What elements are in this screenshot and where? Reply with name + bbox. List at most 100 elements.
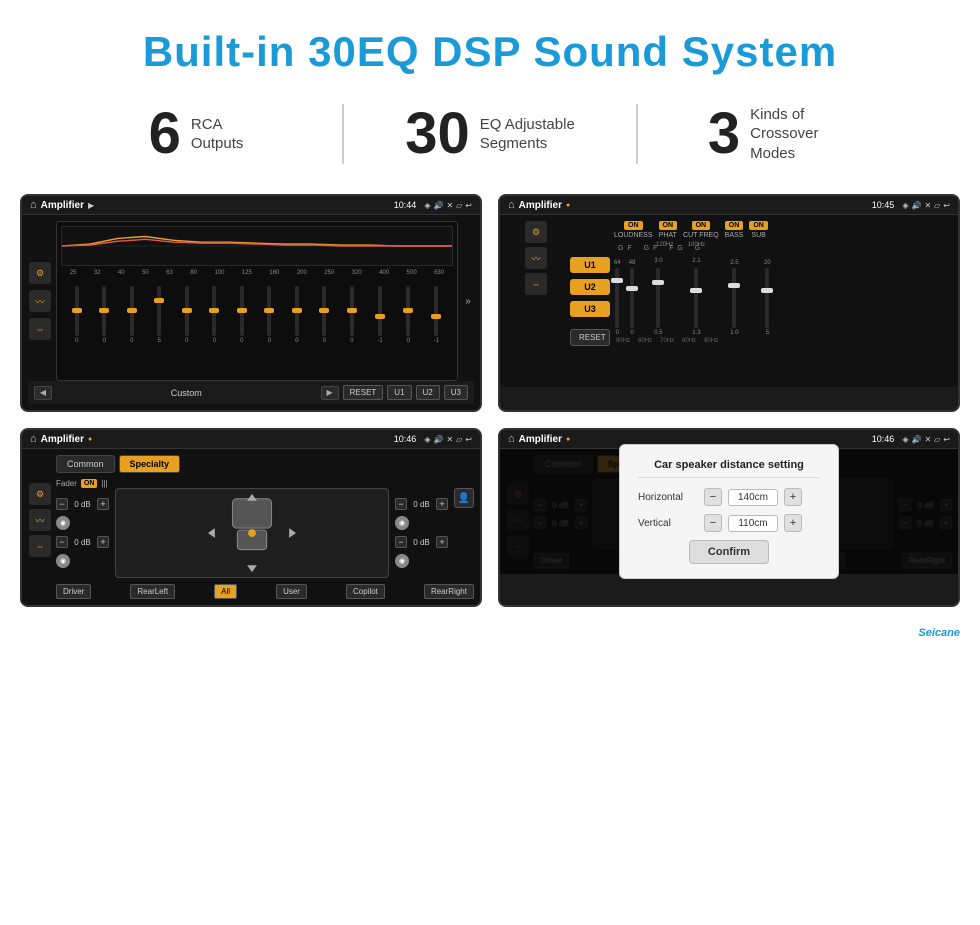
all-button[interactable]: All: [214, 584, 237, 599]
eq-wave-icon[interactable]: 〰: [29, 290, 51, 312]
slider-val-05-1: 0.5: [654, 330, 662, 336]
eq-slider-8[interactable]: 0: [267, 286, 271, 344]
amp-vslider-6[interactable]: [765, 268, 769, 328]
eq-content: 25 32 40 50 63 80 100 125 160 200 250 32…: [56, 221, 458, 381]
play-icon: ▶: [88, 201, 94, 210]
amp-controls-area: ON LOUDNESS ON PHAT ON CUT FREQ ON: [614, 221, 952, 381]
stats-row: 6 RCAOutputs 30 EQ AdjustableSegments 3 …: [0, 94, 980, 186]
screen3-statusbar: ⌂ Amplifier ● 10:46 ◈ 🔊 ✕ ▱ ↩: [22, 430, 480, 449]
vol-minus-4[interactable]: −: [395, 536, 407, 548]
eq-settings-icon[interactable]: ⚙: [29, 262, 51, 284]
eq-slider-7[interactable]: 0: [240, 286, 244, 344]
confirm-button[interactable]: Confirm: [689, 540, 769, 564]
eq-slider-9[interactable]: 0: [295, 286, 299, 344]
user-symbol: 👤: [458, 493, 470, 504]
fader-on-badge[interactable]: ON: [81, 479, 98, 488]
eq-slider-3[interactable]: 0: [130, 286, 134, 344]
close-icon-4: ✕: [924, 435, 931, 444]
user-button[interactable]: User: [276, 584, 307, 599]
vertical-minus-button[interactable]: −: [704, 514, 722, 532]
amp-arrows-icon[interactable]: ⇔: [525, 273, 547, 295]
amp-u3-button[interactable]: U3: [570, 301, 610, 317]
close-icon-2: ✕: [924, 201, 931, 210]
driver-button[interactable]: Driver: [56, 584, 91, 599]
horizontal-plus-button[interactable]: +: [784, 488, 802, 506]
phat-on-badge[interactable]: ON: [659, 221, 678, 230]
tab-specialty[interactable]: Specialty: [119, 455, 181, 473]
eq-slider-1[interactable]: 0: [75, 286, 79, 344]
eq-u2-button[interactable]: U2: [416, 385, 440, 400]
amp-u1-button[interactable]: U1: [570, 257, 610, 273]
dot-icon-4: ●: [566, 436, 570, 443]
rearleft-button[interactable]: RearLeft: [130, 584, 175, 599]
vertical-plus-button[interactable]: +: [784, 514, 802, 532]
vol-minus-1[interactable]: −: [56, 498, 68, 510]
rearright-button[interactable]: RearRight: [424, 584, 474, 599]
screen3-status-icons: ◈ 🔊 ✕ ▱ ↩: [424, 435, 472, 444]
eq-next-button[interactable]: ▶: [321, 386, 339, 400]
sub-on-badge[interactable]: ON: [749, 221, 768, 230]
tab-common[interactable]: Common: [56, 455, 115, 473]
amp-main-layout: ⚙ 〰 ⇔ U1 U2 U3 RESET ON: [506, 221, 952, 381]
amp-settings-icon[interactable]: ⚙: [525, 221, 547, 243]
eq-sliders: 0 0 0 5: [61, 279, 453, 344]
cutfreq-on-badge[interactable]: ON: [692, 221, 711, 230]
eq-u3-button[interactable]: U3: [444, 385, 468, 400]
vol-plus-4[interactable]: +: [436, 536, 448, 548]
back-icon-3: ↩: [465, 435, 472, 444]
vol-minus-2[interactable]: −: [56, 536, 68, 548]
fader-cross-diagram[interactable]: [115, 488, 389, 578]
vol-val-4: 0 dB: [409, 538, 434, 547]
fader-wave-icon[interactable]: 〰: [29, 509, 51, 531]
eq-slider-4[interactable]: 5: [157, 286, 161, 344]
eq-arrows-icon[interactable]: ⇔: [29, 318, 51, 340]
eq-u1-button[interactable]: U1: [387, 385, 411, 400]
eq-prev-button[interactable]: ◀: [34, 386, 52, 400]
amp-vslider-3[interactable]: [656, 268, 660, 328]
home-icon[interactable]: ⌂: [30, 199, 37, 211]
cutfreq-label: CUT FREQ: [683, 232, 719, 239]
screen2-statusbar: ⌂ Amplifier ● 10:45 ◈ 🔊 ✕ ▱ ↩: [500, 196, 958, 215]
amp-reset-button[interactable]: RESET: [570, 329, 610, 346]
eq-slider-5[interactable]: 0: [185, 286, 189, 344]
screen4-time: 10:46: [872, 434, 895, 444]
eq-reset-button[interactable]: RESET: [343, 385, 384, 400]
vol-minus-3[interactable]: −: [395, 498, 407, 510]
vertical-distance-row: Vertical − 110cm +: [638, 514, 820, 532]
screen2-amp-area: ⚙ 〰 ⇔ U1 U2 U3 RESET ON: [500, 215, 958, 387]
fader-left-volumes: − 0 dB + ◉ − 0 dB +: [56, 498, 109, 568]
home-icon-3[interactable]: ⌂: [30, 433, 37, 445]
horizontal-label: Horizontal: [638, 492, 698, 503]
vol-val-1: 0 dB: [70, 500, 95, 509]
eq-slider-6[interactable]: 0: [212, 286, 216, 344]
eq-slider-12[interactable]: -1: [377, 286, 382, 344]
eq-slider-10[interactable]: 0: [322, 286, 326, 344]
screen3-title: Amplifier: [41, 434, 84, 445]
scroll-right-icon[interactable]: »: [465, 296, 471, 307]
amp-vslider-1[interactable]: [615, 268, 619, 328]
user-icon[interactable]: 👤: [454, 488, 474, 508]
amp-vslider-4[interactable]: [694, 268, 698, 328]
amp-wave-icon[interactable]: 〰: [525, 247, 547, 269]
amp-u2-button[interactable]: U2: [570, 279, 610, 295]
speaker-icon-fl: ◉: [56, 516, 70, 530]
home-icon-2[interactable]: ⌂: [508, 199, 515, 211]
vol-plus-3[interactable]: +: [436, 498, 448, 510]
fader-settings-icon[interactable]: ⚙: [29, 483, 51, 505]
vol-plus-1[interactable]: +: [97, 498, 109, 510]
horizontal-minus-button[interactable]: −: [704, 488, 722, 506]
bass-on-badge[interactable]: ON: [725, 221, 744, 230]
copilot-button[interactable]: Copilot: [346, 584, 385, 599]
home-icon-4[interactable]: ⌂: [508, 433, 515, 445]
amp-vslider-5[interactable]: [732, 268, 736, 328]
fader-arrows-icon[interactable]: ⇔: [29, 535, 51, 557]
vol-plus-2[interactable]: +: [97, 536, 109, 548]
back-icon-4: ↩: [943, 435, 950, 444]
eq-slider-14[interactable]: -1: [434, 286, 439, 344]
eq-frequency-labels: 25 32 40 50 63 80 100 125 160 200 250 32…: [61, 270, 453, 276]
loudness-on-badge[interactable]: ON: [624, 221, 643, 230]
amp-vslider-2[interactable]: [630, 268, 634, 328]
eq-slider-11[interactable]: 0: [350, 286, 354, 344]
eq-slider-13[interactable]: 0: [406, 286, 410, 344]
eq-slider-2[interactable]: 0: [102, 286, 106, 344]
